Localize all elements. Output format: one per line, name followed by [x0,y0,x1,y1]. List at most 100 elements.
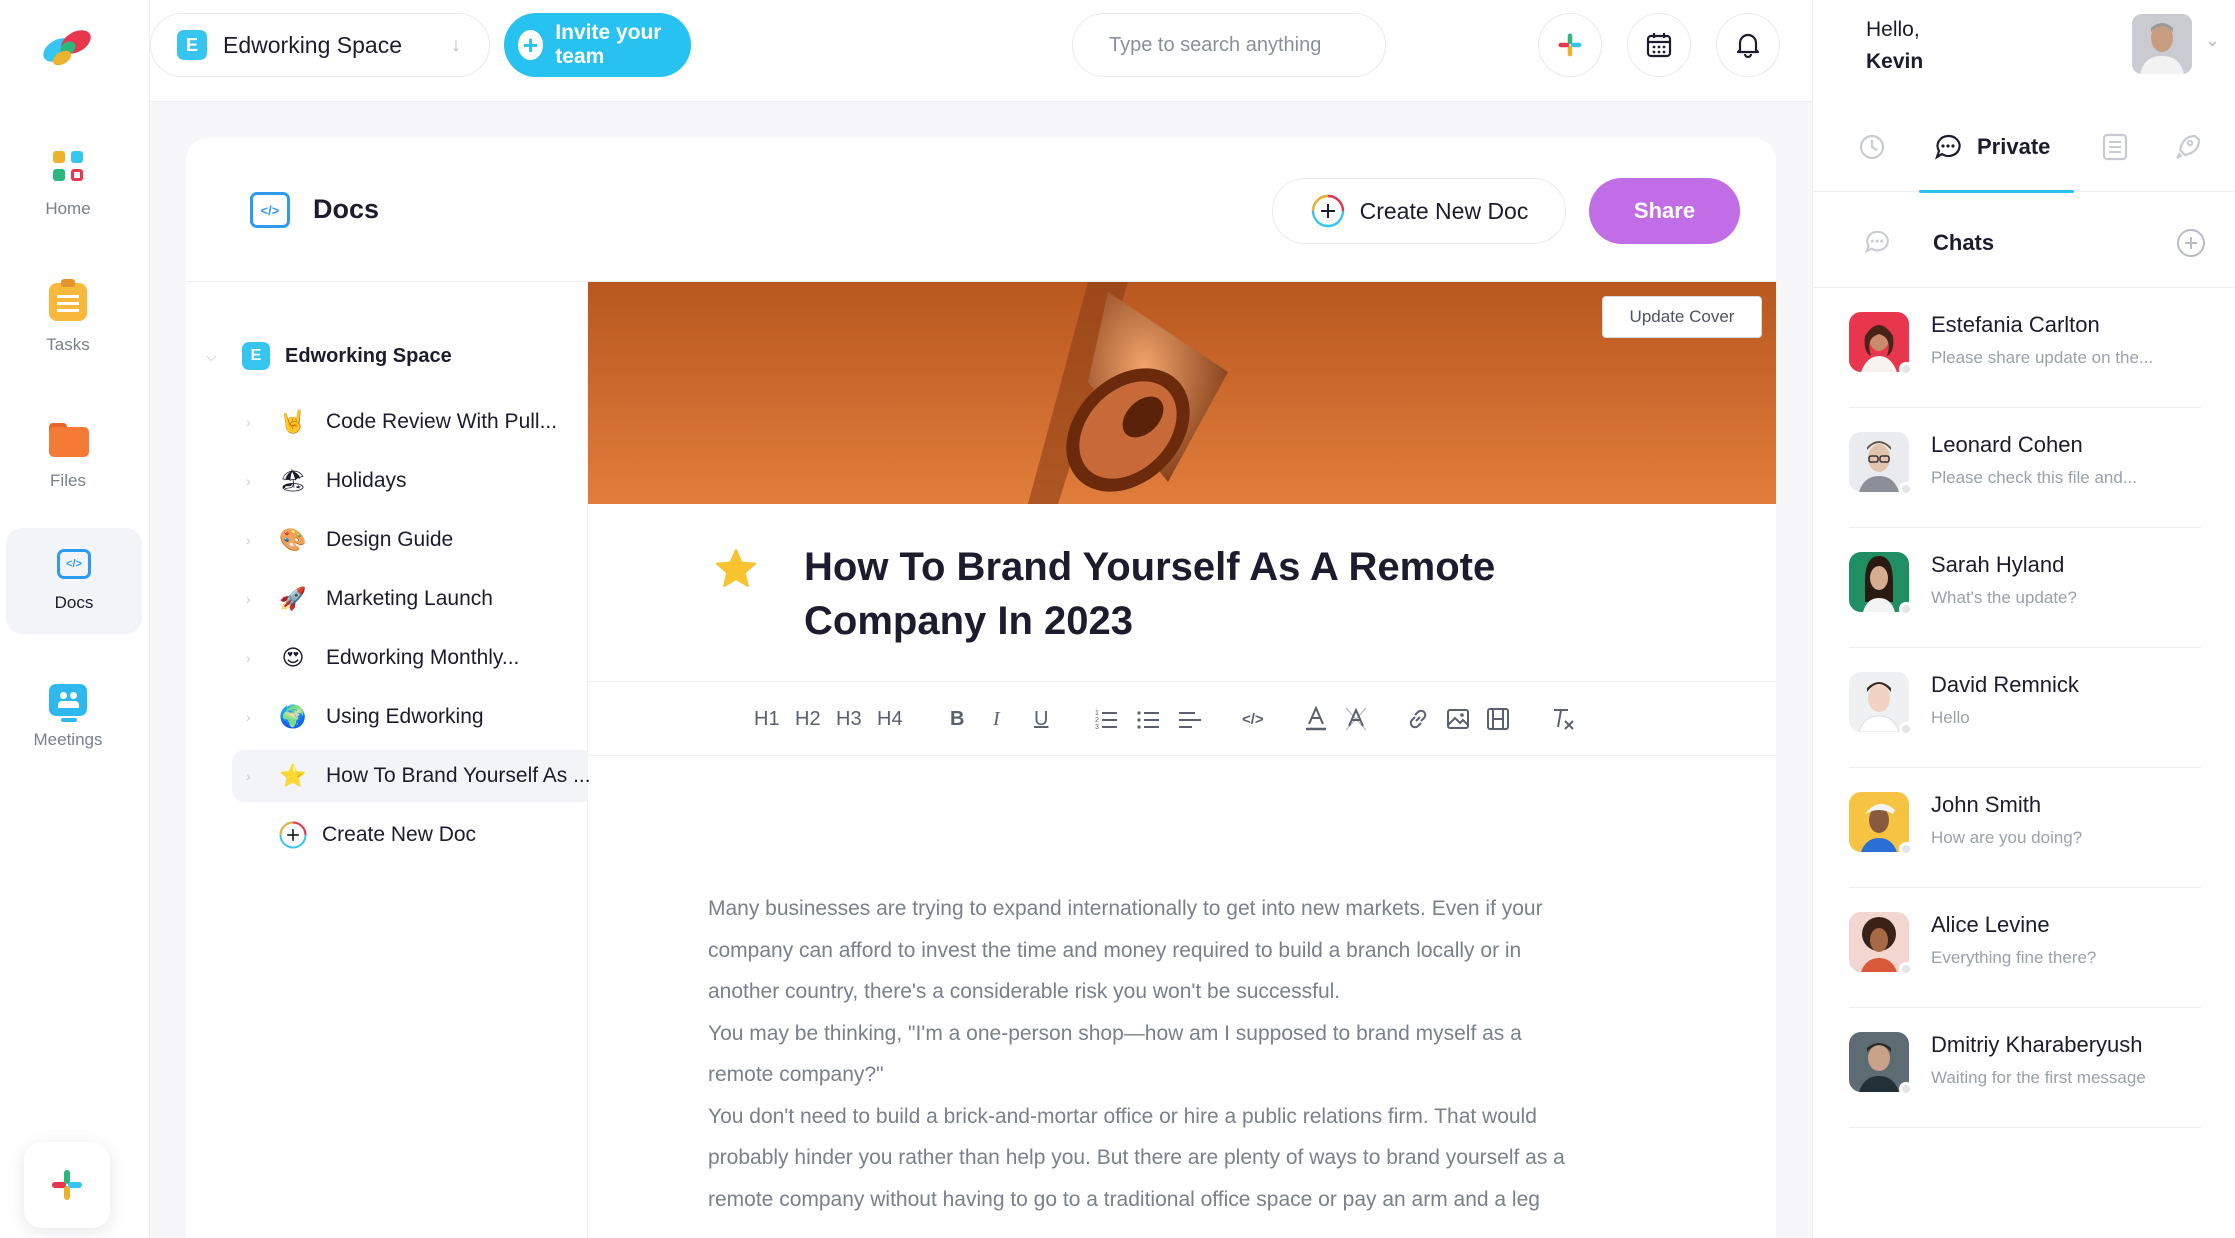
calendar-button[interactable] [1627,13,1691,77]
doc-title[interactable]: How To Brand Yourself As A Remote Compan… [804,540,1564,648]
chat-preview: How are you doing? [1931,828,2083,847]
chat-name: Estefania Carlton [1931,312,2100,337]
doc-title-line: Company In 2023 [804,599,1134,643]
share-button[interactable]: Share [1589,178,1740,244]
globe-icon: 🌍 [279,704,307,729]
tab-launch[interactable] [2173,102,2201,192]
chat-item[interactable]: Estefania Carlton Please share update on… [1849,288,2201,408]
right-panel: Hello, Kevin ⌄ Private Chats Estefania C… [1812,0,2235,1238]
app-logo[interactable] [38,26,98,66]
image-icon[interactable] [1446,704,1470,734]
chevron-right-icon[interactable]: › [246,650,251,666]
add-chat-icon[interactable] [2176,228,2206,258]
avatar[interactable] [2132,14,2192,74]
nav-label: Files [50,471,86,490]
chevron-down-icon[interactable]: ⌄ [2205,30,2220,51]
search-box[interactable] [1072,13,1386,77]
video-icon[interactable] [1486,704,1510,734]
tree-item-label: Marketing Launch [326,587,493,610]
tab-private[interactable]: Private [1919,102,2075,193]
heading4-button[interactable]: H4 [877,704,903,734]
chevron-right-icon[interactable]: › [246,414,251,430]
tree-item-active[interactable]: › ⭐ How To Brand Yourself As ... [232,750,591,802]
quick-add-button[interactable] [24,1142,110,1228]
nav-tasks[interactable]: Tasks [0,266,136,372]
update-cover-button[interactable]: Update Cover [1602,296,1762,338]
italic-button[interactable]: I [993,704,1000,734]
underline-button[interactable]: U [1034,704,1048,734]
tab-notes[interactable] [2101,102,2129,192]
star-icon[interactable] [714,548,758,590]
chat-item[interactable]: Dmitriy Kharaberyush Waiting for the fir… [1849,1008,2201,1128]
docs-code-icon: </> [57,549,91,579]
chevron-right-icon[interactable]: › [246,709,251,725]
chat-preview: Please share update on the... [1931,348,2154,367]
chevron-right-icon[interactable]: › [246,768,251,784]
nav-label: Meetings [33,730,103,749]
tab-history[interactable] [1857,102,1887,192]
tree-item[interactable]: › 🎨 Design Guide [186,514,588,566]
avatar [1849,312,1909,372]
nav-docs[interactable]: </> Docs [6,528,142,634]
heading3-button[interactable]: H3 [836,704,862,734]
doc-body[interactable]: Many businesses are trying to expand int… [708,888,1648,1220]
chevron-right-icon[interactable]: › [246,591,251,607]
chevron-right-icon[interactable]: › [246,532,251,548]
rocket-icon: 🚀 [279,586,307,611]
notes-icon [2102,133,2128,161]
text-color-icon[interactable] [1304,704,1328,734]
chevron-down-icon[interactable]: ⌵ [206,348,217,365]
align-left-icon[interactable] [1178,704,1202,734]
nav-files[interactable]: Files [0,402,136,508]
tree-item-label: How To Brand Yourself As ... [326,764,591,787]
chevron-right-icon[interactable]: › [246,473,251,489]
chat-item[interactable]: Alice Levine Everything fine there? [1849,888,2201,1008]
megaphone-cover-illustration [588,282,1776,504]
chat-item[interactable]: Leonard Cohen Please check this file and… [1849,408,2201,528]
highlight-icon[interactable] [1344,704,1368,734]
chat-item[interactable]: Sarah Hyland What's the update? [1849,528,2201,648]
ordered-list-icon[interactable]: 1 2 3 [1094,704,1118,734]
history-icon [1859,134,1885,160]
bell-icon [1736,33,1760,58]
heading1-button[interactable]: H1 [754,704,780,734]
heading2-button[interactable]: H2 [795,704,821,734]
svg-text:2: 2 [1095,717,1099,724]
bullet-list-icon[interactable] [1136,704,1160,734]
plus-circle-icon [279,821,307,849]
share-label: Share [1633,198,1696,223]
avatar [1849,792,1909,852]
workspace-selector[interactable]: E Edworking Space ↓ [150,13,490,77]
bold-button[interactable]: B [950,704,964,734]
doc-cover-image [588,282,1776,504]
link-icon[interactable] [1406,704,1430,734]
tree-item[interactable]: › 🤘 Code Review With Pull... [186,396,588,448]
plus-colorful-icon [1558,33,1582,57]
tree-root-workspace[interactable]: ⌵ E Edworking Space [186,330,588,382]
nav-home[interactable]: Home [0,130,136,236]
page-title: Docs [313,194,380,224]
docs-card: </> Docs Create New Doc Share ⌵ E Edwork… [186,138,1776,1238]
quick-create-button[interactable] [1538,13,1602,77]
create-new-doc-button[interactable]: Create New Doc [1272,178,1566,244]
palette-icon: 🎨 [279,527,307,552]
nav-label: Home [45,199,91,218]
right-panel-tabs: Private [1813,102,2235,193]
invite-team-button[interactable]: + Invite your team [504,13,691,77]
search-input[interactable] [1109,33,1369,57]
tree-item[interactable]: › 🚀 Marketing Launch [186,573,588,625]
clear-format-icon[interactable] [1550,704,1576,734]
chat-item[interactable]: David Remnick Hello [1849,648,2201,768]
tree-item[interactable]: › 🏖 Holidays [186,455,588,507]
tree-create-new-doc[interactable]: Create New Doc [186,809,588,861]
doc-paragraph-line: company can afford to invest the time an… [708,938,1522,962]
doc-paragraph-line: You may be thinking, "I'm a one-person s… [708,1021,1522,1045]
chat-item[interactable]: John Smith How are you doing? [1849,768,2201,888]
notifications-button[interactable] [1716,13,1780,77]
svg-text:1: 1 [1095,710,1099,717]
code-icon[interactable]: </> [1242,704,1264,734]
tree-item[interactable]: › 🌍 Using Edworking [186,691,588,743]
tree-item[interactable]: › 😍 Edworking Monthly... [186,632,588,684]
nav-meetings[interactable]: Meetings [0,664,136,770]
chats-header: Chats [1813,192,2235,288]
